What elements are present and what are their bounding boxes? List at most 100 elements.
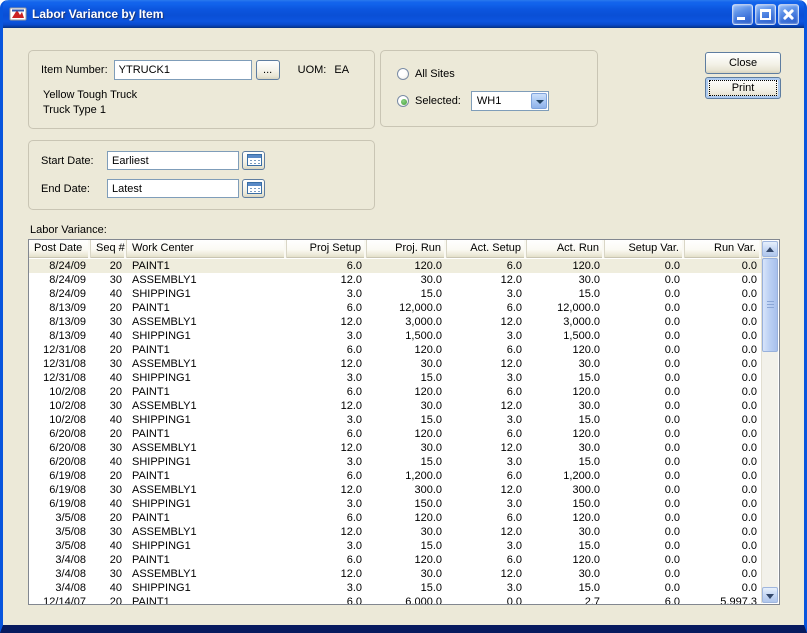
table-cell: 1,500.0 [527, 329, 605, 343]
table-cell: 6.0 [447, 385, 527, 399]
table-cell: 0.0 [605, 469, 685, 483]
table-cell: 15.0 [527, 371, 605, 385]
maximize-button-icon[interactable] [755, 4, 776, 25]
table-row[interactable]: 10/2/0830ASSEMBLY112.030.012.030.00.00.0 [29, 399, 762, 413]
table-row[interactable]: 3/5/0830ASSEMBLY112.030.012.030.00.00.0 [29, 525, 762, 539]
item-groupbox: Item Number: ... UOM:EA Yellow Tough Tru… [28, 50, 375, 129]
table-cell: SHIPPING1 [127, 455, 287, 469]
table-cell: 1,200.0 [527, 469, 605, 483]
table-row[interactable]: 3/4/0830ASSEMBLY112.030.012.030.00.00.0 [29, 567, 762, 581]
table-cell: 6,000.0 [367, 595, 447, 604]
table-row[interactable]: 6/20/0820PAINT16.0120.06.0120.00.00.0 [29, 427, 762, 441]
scrollbar-thumb[interactable] [762, 258, 778, 352]
table-cell: 3,000.0 [527, 315, 605, 329]
close-window-button-icon[interactable] [778, 4, 799, 25]
scroll-up-button[interactable] [762, 241, 778, 257]
table-cell: 8/13/09 [29, 329, 91, 343]
table-cell: 3.0 [447, 497, 527, 511]
table-cell: 30.0 [527, 273, 605, 287]
column-header[interactable]: Work Center [127, 240, 287, 258]
table-row[interactable]: 6/19/0820PAINT16.01,200.06.01,200.00.00.… [29, 469, 762, 483]
table-cell: 40 [91, 497, 127, 511]
table-row[interactable]: 8/13/0930ASSEMBLY112.03,000.012.03,000.0… [29, 315, 762, 329]
table-cell: 120.0 [527, 511, 605, 525]
column-header[interactable]: Seq # [91, 240, 127, 258]
table-cell: SHIPPING1 [127, 371, 287, 385]
table-cell: PAINT1 [127, 301, 287, 315]
all-sites-radio-row[interactable]: All Sites [397, 63, 581, 85]
table-cell: 15.0 [367, 287, 447, 301]
table-row[interactable]: 3/4/0840SHIPPING13.015.03.015.00.00.0 [29, 581, 762, 595]
table-cell: 20 [91, 259, 127, 273]
all-sites-radio-icon[interactable] [397, 68, 409, 80]
item-number-input[interactable] [114, 60, 252, 80]
table-cell: 3.0 [447, 287, 527, 301]
table-cell: 3/5/08 [29, 511, 91, 525]
table-row[interactable]: 6/19/0830ASSEMBLY112.0300.012.0300.00.00… [29, 483, 762, 497]
column-header[interactable]: Post Date [29, 240, 91, 258]
table-cell: 0.0 [685, 399, 762, 413]
table-row[interactable]: 8/13/0940SHIPPING13.01,500.03.01,500.00.… [29, 329, 762, 343]
table-row[interactable]: 6/19/0840SHIPPING13.0150.03.0150.00.00.0 [29, 497, 762, 511]
table-row[interactable]: 12/31/0840SHIPPING13.015.03.015.00.00.0 [29, 371, 762, 385]
table-cell: 8/13/09 [29, 301, 91, 315]
combo-dropdown-button[interactable] [531, 93, 547, 109]
table-row[interactable]: 6/20/0830ASSEMBLY112.030.012.030.00.00.0 [29, 441, 762, 455]
table-row[interactable]: 10/2/0840SHIPPING13.015.03.015.00.00.0 [29, 413, 762, 427]
end-date-calendar-button[interactable] [242, 179, 265, 198]
start-date-label: Start Date: [41, 155, 101, 167]
column-header[interactable]: Proj. Run [367, 240, 447, 258]
table-row[interactable]: 6/20/0840SHIPPING13.015.03.015.00.00.0 [29, 455, 762, 469]
selected-site-radio-icon[interactable] [397, 95, 409, 107]
table-row[interactable]: 12/31/0830ASSEMBLY112.030.012.030.00.00.… [29, 357, 762, 371]
vertical-scrollbar[interactable] [761, 241, 778, 603]
table-cell: 0.0 [685, 259, 762, 273]
start-date-calendar-button[interactable] [242, 151, 265, 170]
site-combobox[interactable]: WH1 [471, 91, 549, 111]
table-cell: 0.0 [605, 567, 685, 581]
table-row[interactable]: 3/5/0840SHIPPING13.015.03.015.00.00.0 [29, 539, 762, 553]
table-row[interactable]: 8/24/0920PAINT16.0120.06.0120.00.00.0 [29, 259, 762, 273]
table-cell: SHIPPING1 [127, 329, 287, 343]
table-cell: 30.0 [367, 399, 447, 413]
table-cell: 0.0 [685, 329, 762, 343]
table-cell: 6.0 [287, 511, 367, 525]
table-cell: PAINT1 [127, 469, 287, 483]
table-row[interactable]: 10/2/0820PAINT16.0120.06.0120.00.00.0 [29, 385, 762, 399]
table-row[interactable]: 3/4/0820PAINT16.0120.06.0120.00.00.0 [29, 553, 762, 567]
scroll-down-button[interactable] [762, 587, 778, 603]
table-cell: PAINT1 [127, 343, 287, 357]
table-cell: 12.0 [287, 357, 367, 371]
column-header[interactable]: Setup Var. [605, 240, 685, 258]
column-header[interactable]: Run Var. [685, 240, 762, 258]
column-header[interactable]: Act. Run [527, 240, 605, 258]
table-cell: PAINT1 [127, 427, 287, 441]
selected-site-radio-row[interactable]: Selected: WH1 [397, 90, 581, 112]
table-cell: 12.0 [447, 567, 527, 581]
table-row[interactable]: 12/14/0720PAINT16.06,000.00.02.76.05,997… [29, 595, 762, 604]
table-row[interactable]: 8/24/0930ASSEMBLY112.030.012.030.00.00.0 [29, 273, 762, 287]
table-cell: ASSEMBLY1 [127, 567, 287, 581]
table-row[interactable]: 8/24/0940SHIPPING13.015.03.015.00.00.0 [29, 287, 762, 301]
minimize-button-icon[interactable] [732, 4, 753, 25]
table-cell: 0.0 [685, 287, 762, 301]
browse-button[interactable]: ... [256, 60, 280, 80]
close-button[interactable]: Close [705, 52, 781, 74]
print-button[interactable]: Print [705, 77, 781, 99]
table-cell: 0.0 [685, 315, 762, 329]
table-cell: 0.0 [447, 595, 527, 604]
table-row[interactable]: 12/31/0820PAINT16.0120.06.0120.00.00.0 [29, 343, 762, 357]
column-header[interactable]: Proj Setup [287, 240, 367, 258]
table-row[interactable]: 3/5/0820PAINT16.0120.06.0120.00.00.0 [29, 511, 762, 525]
table-cell: 120.0 [367, 511, 447, 525]
table-cell: 3.0 [447, 539, 527, 553]
table-cell: 12.0 [287, 567, 367, 581]
table-cell: 0.0 [605, 357, 685, 371]
column-header[interactable]: Act. Setup [447, 240, 527, 258]
table-row[interactable]: 8/13/0920PAINT16.012,000.06.012,000.00.0… [29, 301, 762, 315]
end-date-input[interactable] [107, 179, 239, 198]
start-date-input[interactable] [107, 151, 239, 170]
table-cell: 10/2/08 [29, 413, 91, 427]
table-cell: 20 [91, 511, 127, 525]
table-cell: 30.0 [367, 567, 447, 581]
